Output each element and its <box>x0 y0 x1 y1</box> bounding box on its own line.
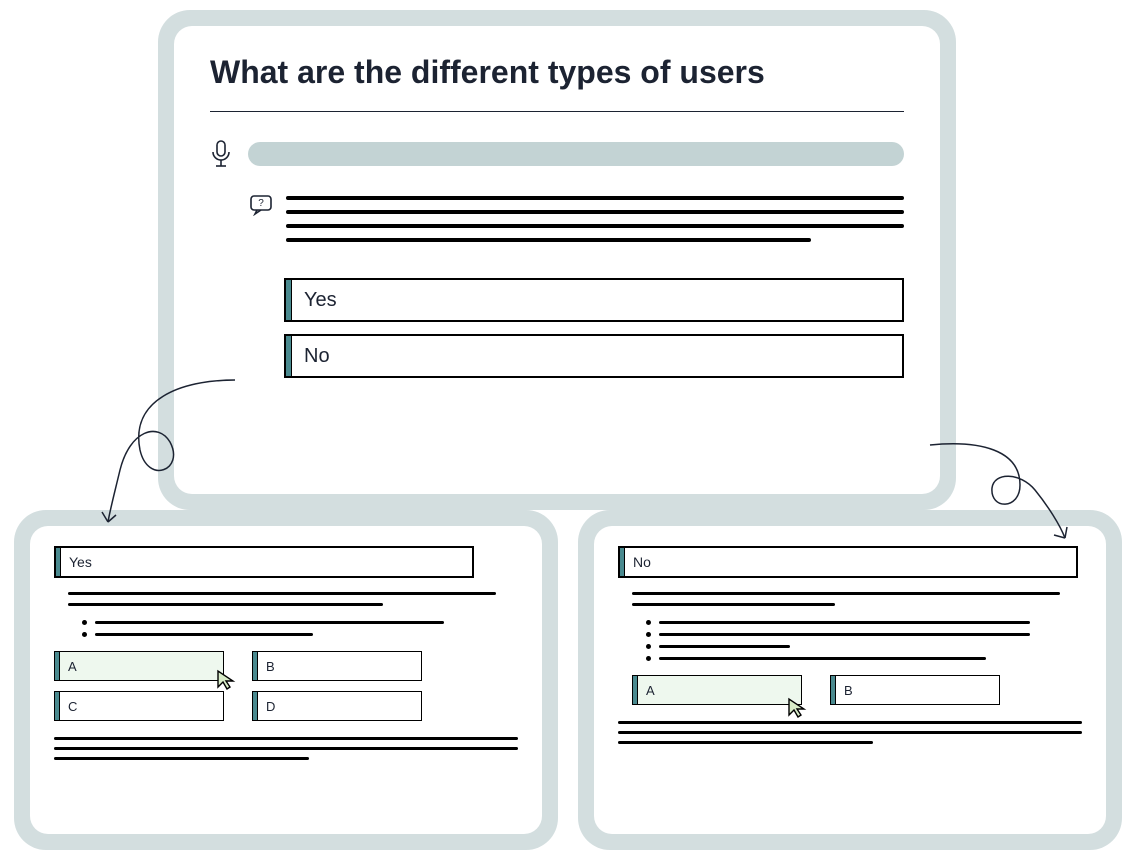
branch-yes-text <box>54 592 518 606</box>
choice-c-button[interactable]: C <box>54 691 224 721</box>
branch-yes-choices: A B C D <box>54 651 518 721</box>
branch-no-footer-text <box>618 721 1082 744</box>
choice-b-label: B <box>836 683 853 698</box>
choice-d-label: D <box>258 699 275 714</box>
choice-a-label: A <box>638 683 655 698</box>
option-no-button[interactable]: No <box>284 334 904 378</box>
voice-input-row <box>210 140 904 168</box>
branch-no-choices: A B <box>632 675 1082 705</box>
chat-question-icon: ? <box>250 194 272 252</box>
option-no-label: No <box>292 345 330 368</box>
branch-no-header: No <box>618 546 1078 578</box>
choice-d-button[interactable]: D <box>252 691 422 721</box>
choice-a-button[interactable]: A <box>632 675 802 705</box>
choice-b-button[interactable]: B <box>252 651 422 681</box>
main-panel-inner: What are the different types of users ? <box>174 26 940 494</box>
branch-no-bullets <box>618 620 1082 661</box>
chat-response-row: ? <box>210 194 904 252</box>
branch-yes-header-label: Yes <box>61 554 92 570</box>
branch-yes-panel: Yes A B C D <box>14 510 558 850</box>
response-text-placeholder <box>286 194 904 252</box>
main-title: What are the different types of users <box>210 54 904 91</box>
option-yes-button[interactable]: Yes <box>284 278 904 322</box>
divider <box>210 111 904 112</box>
branch-yes-bullets <box>54 620 518 637</box>
choice-b-label: B <box>258 659 275 674</box>
microphone-icon[interactable] <box>210 140 232 168</box>
choice-a-label: A <box>60 659 77 674</box>
option-yes-label: Yes <box>292 289 337 312</box>
choice-b-button[interactable]: B <box>830 675 1000 705</box>
voice-input-bar[interactable] <box>248 142 904 166</box>
svg-text:?: ? <box>258 198 264 209</box>
branch-no-header-label: No <box>625 554 651 570</box>
choice-a-button[interactable]: A <box>54 651 224 681</box>
branch-yes-header: Yes <box>54 546 474 578</box>
branch-no-text <box>618 592 1082 606</box>
choice-c-label: C <box>60 699 77 714</box>
main-panel: What are the different types of users ? <box>158 10 956 510</box>
branch-no-panel: No A B <box>578 510 1122 850</box>
main-options: Yes No <box>210 278 904 378</box>
branch-yes-footer-text <box>54 737 518 760</box>
